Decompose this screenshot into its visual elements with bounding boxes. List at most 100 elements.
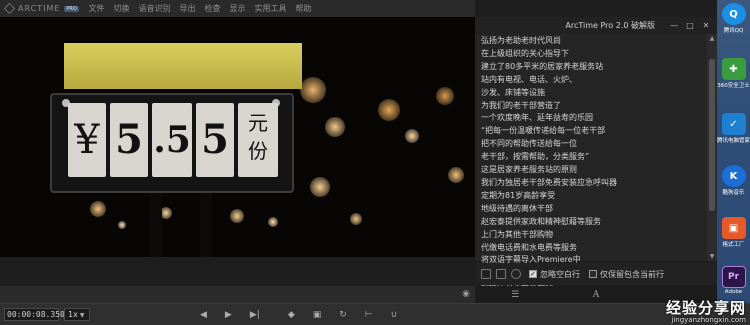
subtitle-line[interactable]: 我们为独居老干部免费安装应急呼叫器: [481, 177, 703, 190]
subtitle-line[interactable]: 在上级组织的关心指导下: [481, 48, 703, 61]
factory-icon: ▣: [721, 217, 746, 239]
app-title: ArcTime Pro 2.0 破解版: [565, 21, 655, 30]
bokeh-light: [268, 217, 278, 227]
menu-speech-recognition[interactable]: 语音识别: [134, 0, 175, 17]
bokeh-light: [230, 209, 244, 223]
bokeh-light: [310, 177, 330, 197]
sign-unit-bottom: 份: [248, 139, 268, 163]
guard-icon: ✓: [721, 113, 746, 135]
menu-tools[interactable]: 实用工具: [250, 0, 291, 17]
text-scrollbar[interactable]: ▲ ▼: [707, 34, 717, 261]
camera-icon[interactable]: ▣: [313, 310, 322, 320]
desktop-item-guard[interactable]: ✓ 腾讯电脑管家: [717, 113, 750, 144]
bokeh-light: [350, 213, 362, 225]
desktop-item-format-factory[interactable]: ▣ 格式工厂: [717, 217, 750, 248]
play-icon[interactable]: ▶: [225, 310, 232, 320]
style-list-icon[interactable]: ☰: [475, 290, 556, 300]
timecode-display[interactable]: 00:00:08.350: [4, 308, 65, 321]
site-watermark-url: jingyanzhongxin.com: [671, 316, 746, 324]
subtitle-line[interactable]: 上门为其他干部购物: [481, 229, 703, 242]
menu-display[interactable]: 显示: [225, 0, 250, 17]
sign-pole: [150, 193, 162, 257]
menu-list: 文件 切换 语音识别 导出 检查 显示 实用工具 帮助: [84, 0, 316, 17]
menu-bar: ARCTIME PRO 文件 切换 语音识别 导出 检查 显示 实用工具 帮助: [0, 0, 475, 17]
app-logo: ARCTIME PRO: [0, 0, 84, 17]
close-button[interactable]: ✕: [699, 20, 713, 32]
subtitle-text-panel: ArcTime Pro 2.0 破解版 — □ ✕ 弘扬为老助老时代风尚 在上级组…: [475, 17, 717, 290]
bokeh-light: [436, 87, 454, 105]
menu-export[interactable]: 导出: [175, 0, 200, 17]
ignore-blank-label: 忽略空白行: [540, 269, 580, 279]
sign-digit: 5: [110, 103, 148, 177]
marker-icon[interactable]: ◆: [288, 310, 295, 320]
subtitle-line[interactable]: 弘扬为老助老时代风尚: [481, 35, 703, 48]
qq-icon: Q: [721, 3, 746, 25]
next-frame-icon[interactable]: ▶|: [250, 310, 260, 320]
logo-badge: PRO: [64, 5, 79, 12]
subtitle-line[interactable]: 站内有电视、电话、火炉、: [481, 74, 703, 87]
bokeh-light: [300, 77, 326, 103]
scroll-down-icon[interactable]: ▼: [707, 253, 717, 260]
bokeh-light: [378, 99, 400, 121]
desktop-label: 腾讯电脑管家: [717, 138, 750, 144]
subtitle-line[interactable]: 为我们的老干部营造了: [481, 100, 703, 113]
prev-frame-icon[interactable]: ◀: [200, 310, 207, 320]
menu-switch[interactable]: 切换: [109, 0, 134, 17]
subtitle-line[interactable]: 赵宏泰提供家政和精神慰藉等服务: [481, 216, 703, 229]
sign-unit-top: 元: [248, 111, 268, 135]
desktop-icon-strip: Q 腾讯QQ ✚ 360安全卫士 ✓ 腾讯电脑管家 K 酷狗音乐 ▣ 格式工厂 …: [717, 0, 750, 303]
sign-currency: ¥: [68, 103, 106, 177]
scrollbar-thumb[interactable]: [709, 59, 715, 211]
desktop-label: 格式工厂: [722, 242, 745, 248]
sign-unit: 元 份: [238, 103, 278, 177]
split-icon[interactable]: ⊢: [365, 310, 373, 320]
bokeh-light: [118, 221, 126, 229]
magnet-icon[interactable]: ∪: [391, 310, 398, 320]
menu-help[interactable]: 帮助: [291, 0, 316, 17]
keep-current-label: 仅保留包含当前行: [600, 269, 664, 279]
subtitle-line[interactable]: 建立了80多平米的居家养老服务站: [481, 61, 703, 74]
desktop-label: 360安全卫士: [717, 83, 750, 89]
subtitle-line[interactable]: 代缴电话费和水电费等服务: [481, 242, 703, 255]
site-watermark-name: 经验分享网: [665, 299, 746, 317]
speed-select[interactable]: 1x ▼: [64, 308, 90, 321]
subtitle-line[interactable]: 把不同的帮助传送给每一位: [481, 138, 703, 151]
scroll-up-icon[interactable]: ▲: [707, 35, 717, 42]
clear-text-icon[interactable]: [496, 269, 506, 279]
bokeh-light: [405, 129, 419, 143]
subtitle-line[interactable]: 沙发、床铺等设施: [481, 87, 703, 100]
subtitle-line[interactable]: 老干部，按需帮助，分类服务”: [481, 151, 703, 164]
subtitle-line[interactable]: 地级待遇的离休干部: [481, 203, 703, 216]
music-icon: K: [721, 165, 746, 187]
text-style-button[interactable]: A: [556, 290, 637, 300]
menu-file[interactable]: 文件: [84, 0, 109, 17]
subtitle-text-editor[interactable]: 弘扬为老助老时代风尚 在上级组织的关心指导下 建立了80多平米的居家养老服务站 站内有…: [481, 35, 703, 293]
desktop-item-qq[interactable]: Q 腾讯QQ: [717, 3, 750, 34]
eye-icon[interactable]: ◉: [462, 289, 470, 299]
keep-current-checkbox[interactable]: [589, 270, 597, 278]
desktop-item-premiere[interactable]: Pr Adobe: [717, 266, 750, 295]
desktop-item-kugou[interactable]: K 酷狗音乐: [717, 165, 750, 196]
maximize-button[interactable]: □: [683, 20, 697, 32]
subtitle-line[interactable]: “把每一份温暖传递给每一位老干部: [481, 125, 703, 138]
sign-digit: .5: [152, 103, 192, 177]
minimize-button[interactable]: —: [667, 20, 681, 32]
menu-check[interactable]: 检查: [200, 0, 225, 17]
premiere-icon: Pr: [721, 266, 746, 288]
desktop-label: 酷狗音乐: [722, 190, 745, 196]
subtitle-line[interactable]: 一个欢度晚年、延年益寿的乐园: [481, 112, 703, 125]
subtitle-line[interactable]: 这是居家养老服务站的原则: [481, 164, 703, 177]
sign-digit: 5: [196, 103, 234, 177]
desktop-item-360[interactable]: ✚ 360安全卫士: [717, 58, 750, 89]
ignore-blank-checkbox[interactable]: ✓: [529, 270, 537, 278]
logo-mark-icon: [4, 3, 15, 14]
bokeh-light: [90, 201, 106, 217]
text-toolbar: ✓ 忽略空白行 仅保留包含当前行: [475, 263, 717, 285]
desktop-label: 腾讯QQ: [723, 28, 744, 34]
subtitle-line[interactable]: 定期为81岁高龄享受: [481, 190, 703, 203]
loop-icon[interactable]: ↻: [339, 310, 347, 320]
bokeh-light: [448, 167, 464, 183]
save-text-icon[interactable]: [481, 269, 491, 279]
edit-pencil-icon[interactable]: [511, 269, 521, 279]
video-preview[interactable]: ¥ 5 .5 5 元 份: [0, 17, 475, 257]
